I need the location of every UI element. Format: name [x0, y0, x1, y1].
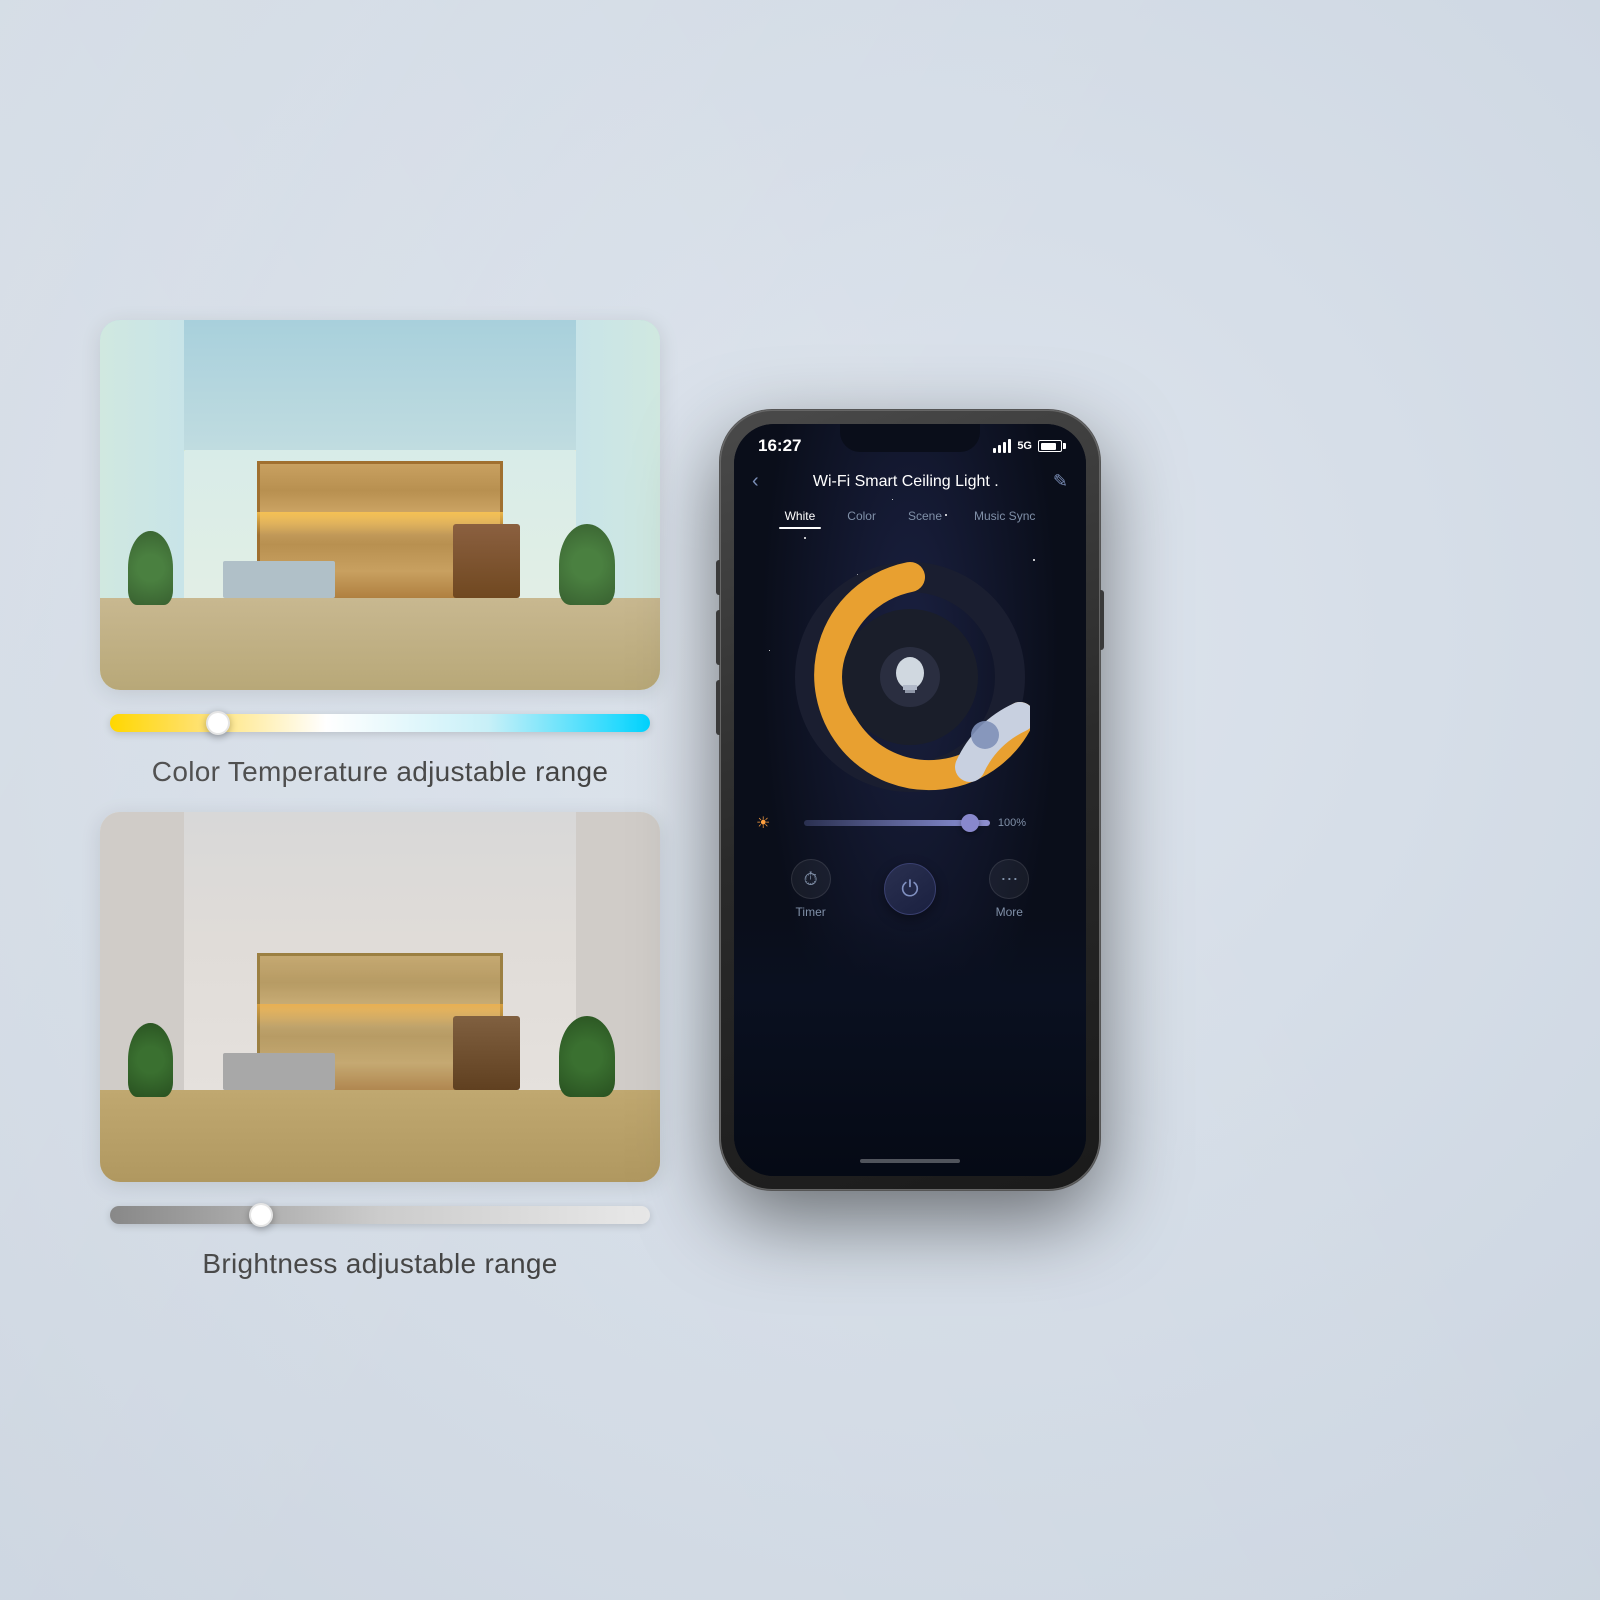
edit-button[interactable]: ✎ — [1053, 471, 1068, 492]
tab-scene[interactable]: Scene — [902, 505, 948, 527]
app-header: ‹ Wi-Fi Smart Ceiling Light . ✎ — [734, 462, 1086, 501]
top-room-image — [100, 320, 660, 690]
temp-slider-thumb[interactable] — [206, 711, 230, 735]
signal-bar-2 — [998, 445, 1001, 453]
bright-caption: Brightness adjustable range — [100, 1248, 660, 1280]
app-content: ☀ 100% ⏱ — [734, 537, 1086, 1146]
phone-screen: 16:27 5G — [734, 424, 1086, 1176]
battery-icon — [1038, 440, 1062, 452]
main-layout: Color Temperature adjustable range — [100, 320, 1500, 1280]
more-icon: ⋯ — [989, 859, 1029, 899]
phone-brightness-slider[interactable] — [804, 820, 990, 826]
phone-screen-content: 16:27 5G — [734, 424, 1086, 1176]
signal-bars — [993, 439, 1011, 453]
app-tabs: White Color Scene Music Sync — [734, 501, 1086, 537]
volume-up-button — [716, 610, 720, 665]
timer-label: Timer — [796, 905, 826, 919]
home-bar — [734, 1146, 1086, 1176]
bright-slider-thumb[interactable] — [249, 1203, 273, 1227]
battery-fill — [1041, 443, 1056, 450]
more-label: More — [996, 905, 1023, 919]
tab-white[interactable]: White — [779, 505, 822, 527]
phone-brightness-slider-container[interactable]: ☀ 100% — [754, 817, 1066, 829]
left-panel: Color Temperature adjustable range — [100, 320, 660, 1280]
home-indicator[interactable] — [860, 1159, 960, 1163]
control-svg — [790, 557, 1030, 797]
network-type: 5G — [1017, 440, 1032, 452]
color-temp-slider[interactable] — [110, 714, 650, 732]
phone-notch — [840, 424, 980, 452]
phone-bottom-controls: ⏱ Timer ⏻ ⋯ More — [754, 859, 1066, 929]
power-button — [1100, 590, 1104, 650]
signal-bar-3 — [1003, 442, 1006, 453]
power-icon: ⏻ — [901, 876, 918, 902]
app-title: Wi-Fi Smart Ceiling Light . — [813, 473, 999, 491]
brightness-value: 100% — [998, 817, 1026, 829]
signal-bar-4 — [1008, 439, 1011, 453]
timer-button[interactable]: ⏱ Timer — [791, 859, 831, 919]
tab-color[interactable]: Color — [841, 505, 882, 527]
timer-icon: ⏱ — [791, 859, 831, 899]
sun-icon: ☀ — [756, 813, 770, 833]
temp-slider-container[interactable] — [100, 714, 660, 732]
right-panel: 16:27 5G — [720, 410, 1100, 1190]
power-button-circle[interactable]: ⏻ — [884, 863, 936, 915]
back-button[interactable]: ‹ — [752, 470, 759, 493]
signal-bar-1 — [993, 448, 996, 453]
silent-button — [716, 560, 720, 595]
phone-device: 16:27 5G — [720, 410, 1100, 1190]
bright-slider-container[interactable] — [100, 1206, 660, 1224]
phone-frame: 16:27 5G — [720, 410, 1100, 1190]
more-button[interactable]: ⋯ More — [989, 859, 1029, 919]
brightness-thumb[interactable] — [961, 814, 979, 832]
status-icons: 5G — [993, 439, 1062, 453]
status-time: 16:27 — [758, 436, 801, 456]
volume-down-button — [716, 680, 720, 735]
temp-caption: Color Temperature adjustable range — [100, 756, 660, 788]
tab-music-sync[interactable]: Music Sync — [968, 505, 1041, 527]
bottom-room-image — [100, 812, 660, 1182]
brightness-slider[interactable] — [110, 1206, 650, 1224]
circular-control[interactable] — [790, 557, 1030, 797]
